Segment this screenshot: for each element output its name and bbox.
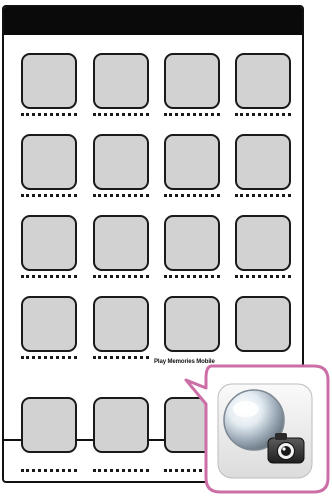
camera-icon [267,433,305,464]
callout-overlay [184,364,330,494]
